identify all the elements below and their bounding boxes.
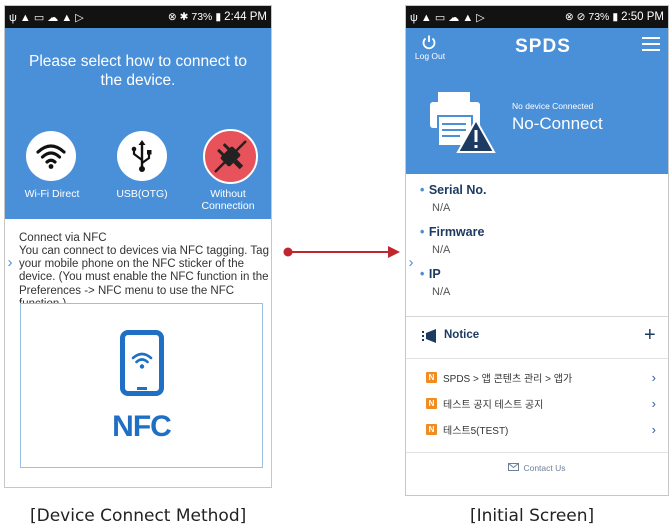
divider (406, 452, 668, 453)
signal-icon: ⊗ ✱ (167, 11, 189, 23)
logout-label: Log Out (414, 51, 446, 61)
info-item-firmware: • Firmware (420, 225, 485, 239)
info-value: N/A (432, 202, 451, 214)
wifi-icon (26, 131, 76, 181)
plug-icon (203, 129, 258, 184)
without-connection-option[interactable]: Without Connection (185, 126, 271, 218)
new-badge: N (426, 423, 437, 435)
wifi-direct-option[interactable]: Wi-Fi Direct (5, 126, 99, 216)
logout-button[interactable]: Log Out (412, 34, 448, 64)
info-value: N/A (432, 286, 451, 298)
info-key: Firmware (428, 225, 485, 239)
notification-icons: ψ ▲ ▭ ☁ ▲ ▷ (9, 11, 84, 24)
status-bar: ψ ▲ ▭ ☁ ▲ ▷ ⊗ ⊘ 73% ▮ 2:50 PM (406, 6, 668, 28)
notice-title: Notice (444, 329, 480, 341)
battery-icon: ▮ (215, 11, 222, 23)
phone-nfc-icon (120, 330, 164, 396)
printer-alert-icon (426, 90, 496, 154)
power-icon (421, 34, 437, 50)
clock: 2:50 PM (621, 11, 664, 23)
notice-text: 테스트5(TEST) (443, 425, 509, 437)
add-notice-button[interactable]: + (644, 324, 656, 347)
usb-icon (117, 131, 167, 181)
contact-us-link[interactable]: Contact Us (406, 457, 668, 479)
nfc-heading: Connect via NFC (19, 232, 107, 244)
chevron-right-icon: › (651, 395, 656, 411)
status-right: ⊗ ✱ 73% ▮ 2:44 PM (168, 11, 267, 23)
notice-header: Notice + (406, 324, 668, 350)
nfc-tag-area: NFC (20, 303, 263, 468)
page-title: Please select how to connect to the devi… (29, 53, 247, 89)
device-status: No-Connect (512, 114, 603, 133)
device-status-header: Log Out SPDS No device Connected No-Conn… (406, 28, 668, 174)
notice-text: 테스트 공지 테스트 공지 (443, 399, 544, 411)
nfc-description: You can connect to devices via NFC taggi… (19, 245, 269, 310)
battery-level: 73% (588, 11, 610, 23)
contact-label: Contact Us (523, 463, 566, 473)
app-logo: SPDS (515, 36, 571, 57)
new-badge: N (426, 397, 437, 409)
device-connect-screen: ψ ▲ ▭ ☁ ▲ ▷ ⊗ ✱ 73% ▮ 2:44 PM Please sel… (5, 6, 271, 487)
megaphone-icon (422, 329, 438, 343)
nfc-label: NFC (112, 410, 172, 443)
mail-icon (508, 463, 520, 473)
chevron-right-icon[interactable]: › (5, 253, 15, 273)
notification-icons: ψ ▲ ▭ ☁ ▲ ▷ (410, 11, 485, 24)
notice-item[interactable]: N SPDS > 앱 콘텐츠 관리 > 앱가 › (406, 364, 668, 390)
divider (406, 358, 668, 359)
transition-arrow (283, 246, 400, 258)
chevron-right-icon[interactable]: › (406, 253, 416, 273)
option-label: USB(OTG) (116, 188, 168, 200)
notice-item[interactable]: N 테스트5(TEST) › (406, 416, 668, 442)
caption-right: [Initial Screen] (470, 506, 595, 526)
device-status-small: No device Connected (512, 101, 594, 111)
signal-icon: ⊗ ⊘ (564, 11, 586, 23)
status-bar: ψ ▲ ▭ ☁ ▲ ▷ ⊗ ✱ 73% ▮ 2:44 PM (5, 6, 271, 28)
info-value: N/A (432, 244, 451, 256)
option-label: Without Connection (201, 188, 255, 212)
info-item-ip: • IP (420, 267, 441, 281)
divider (406, 316, 668, 317)
chevron-right-icon: › (651, 369, 656, 385)
initial-screen: ψ ▲ ▭ ☁ ▲ ▷ ⊗ ⊘ 73% ▮ 2:50 PM Log Out SP… (406, 6, 668, 495)
clock: 2:44 PM (224, 11, 267, 23)
info-item-serial: • Serial No. (420, 183, 487, 197)
status-right: ⊗ ⊘ 73% ▮ 2:50 PM (565, 11, 664, 23)
usb-otg-option[interactable]: USB(OTG) (99, 126, 185, 216)
option-label: Wi-Fi Direct (24, 188, 80, 200)
new-badge: N (426, 371, 437, 383)
battery-icon: ▮ (612, 11, 619, 23)
menu-icon[interactable] (642, 37, 660, 51)
notice-text: SPDS > 앱 콘텐츠 관리 > 앱가 (443, 373, 573, 385)
info-key: Serial No. (428, 183, 487, 197)
chevron-right-icon: › (651, 421, 656, 437)
info-key: IP (428, 267, 441, 281)
notice-item[interactable]: N 테스트 공지 테스트 공지 › (406, 390, 668, 416)
caption-left: [Device Connect Method] (30, 506, 247, 526)
connect-method-panel: Please select how to connect to the devi… (5, 28, 271, 219)
battery-level: 73% (191, 11, 213, 23)
